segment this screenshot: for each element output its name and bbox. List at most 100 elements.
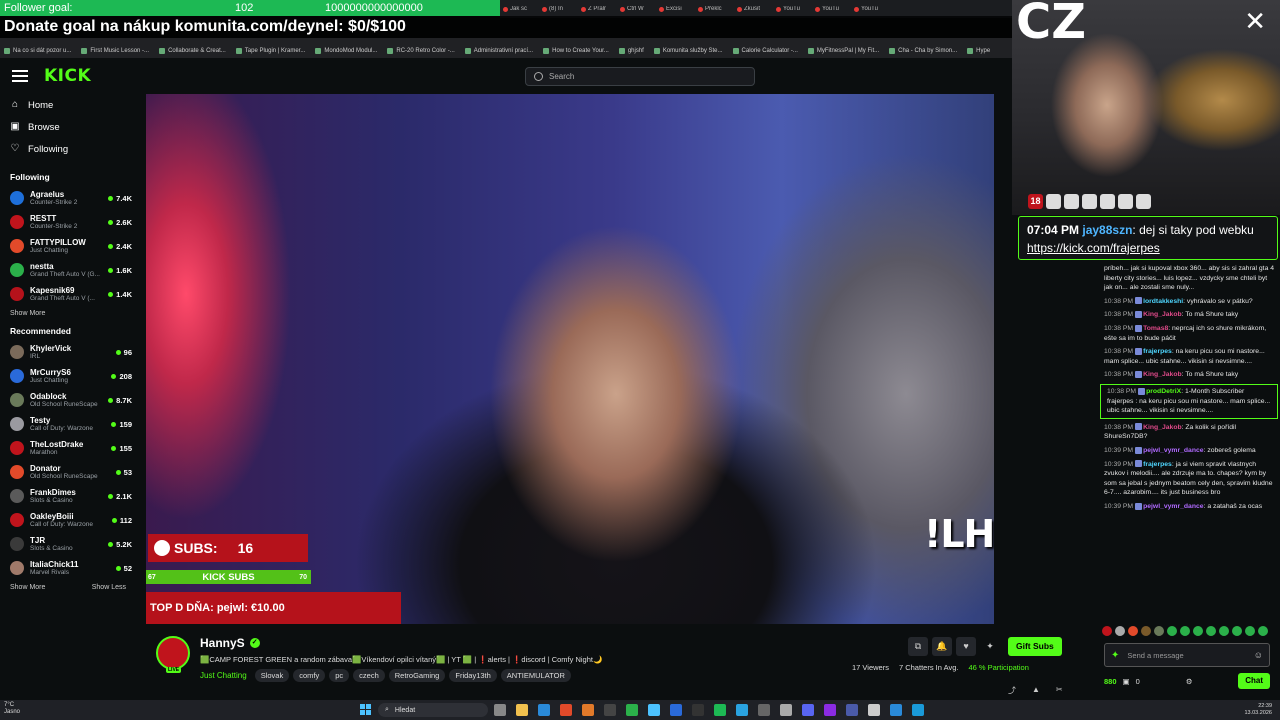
emote-icon[interactable] bbox=[1128, 626, 1138, 636]
browser-tab[interactable]: Zkusit bbox=[734, 6, 773, 12]
app-icon[interactable] bbox=[582, 704, 594, 716]
nav-home[interactable]: ⌂ Home bbox=[0, 94, 140, 116]
emote-icon[interactable] bbox=[1258, 626, 1268, 636]
app-icon[interactable] bbox=[692, 704, 704, 716]
stream-tag[interactable]: Slovak bbox=[254, 669, 290, 682]
nav-following[interactable]: ♡ Following bbox=[0, 138, 140, 160]
sidebar-channel-recommended[interactable]: Testy Call of Duty: Warzone 159 bbox=[0, 412, 140, 436]
sidebar-channel-recommended[interactable]: Donator Old School RuneScape 53 bbox=[0, 460, 140, 484]
weather-widget[interactable]: 7°C Jasno bbox=[4, 702, 20, 716]
chat-username[interactable]: King_Jakob bbox=[1143, 311, 1182, 318]
highlight-user[interactable]: jay88szn bbox=[1082, 223, 1132, 237]
stream-tag[interactable]: czech bbox=[353, 669, 385, 682]
chat-input[interactable]: ✦ Send a message ☺ bbox=[1104, 643, 1270, 667]
spotify-icon[interactable] bbox=[714, 704, 726, 716]
chat-username[interactable]: frajerpes bbox=[1143, 348, 1172, 355]
channel-points[interactable]: 880 bbox=[1104, 677, 1117, 686]
app-icon[interactable] bbox=[780, 704, 792, 716]
emote-icon[interactable] bbox=[1232, 626, 1242, 636]
emote-icon[interactable] bbox=[1180, 626, 1190, 636]
bookmark-item[interactable]: Tape Plugin | Kramer... bbox=[235, 48, 305, 54]
chat-username[interactable]: pejwl_vymr_dance bbox=[1143, 447, 1203, 454]
emote-icon[interactable] bbox=[1154, 626, 1164, 636]
bookmark-item[interactable]: First Music Lesson -... bbox=[81, 48, 149, 54]
chat-username[interactable]: prodDetriX bbox=[1146, 388, 1181, 395]
app-icon[interactable] bbox=[912, 704, 924, 716]
bookmark-item[interactable]: ghjshf bbox=[618, 48, 644, 54]
emote-icon[interactable] bbox=[1193, 626, 1203, 636]
highlight-link[interactable]: https://kick.com/frajerpes bbox=[1027, 241, 1160, 255]
sidebar-channel-following[interactable]: Kapesnik69 Grand Theft Auto V (... 1.4K bbox=[0, 282, 140, 306]
show-more-following-button[interactable]: Show More bbox=[10, 310, 45, 317]
sidebar-channel-following[interactable]: Agraelus Counter-Strike 2 7.4K bbox=[0, 186, 140, 210]
chrome-icon[interactable] bbox=[560, 704, 572, 716]
browser-tab[interactable]: YouTu bbox=[812, 6, 851, 12]
gift-subs-button[interactable]: Gift Subs bbox=[1008, 637, 1062, 656]
chat-username[interactable]: frajerpes bbox=[1143, 461, 1172, 468]
sidebar-channel-recommended[interactable]: OakleyBoiii Call of Duty: Warzone 112 bbox=[0, 508, 140, 532]
bookmark-item[interactable]: Calorie Calculator -... bbox=[732, 48, 798, 54]
sidebar-channel-recommended[interactable]: TheLostDrake Marathon 155 bbox=[0, 436, 140, 460]
report-icon[interactable]: ▲ bbox=[1032, 685, 1040, 696]
taskbar-clock[interactable]: 22:39 13.03.2026 bbox=[1244, 703, 1272, 717]
share-icon[interactable]: ⤴ bbox=[1008, 685, 1016, 696]
bookmark-item[interactable]: How to Create Your... bbox=[543, 48, 609, 54]
sidebar-channel-recommended[interactable]: TJR Slots & Casino 5.2K bbox=[0, 532, 140, 556]
show-less-button[interactable]: Show Less bbox=[92, 584, 126, 591]
start-button-icon[interactable] bbox=[360, 704, 371, 715]
sidebar-channel-recommended[interactable]: KhylerVick IRL 96 bbox=[0, 340, 140, 364]
channel-name[interactable]: HannyS bbox=[200, 636, 245, 650]
app-icon[interactable] bbox=[626, 704, 638, 716]
emote-picker-icon[interactable]: ☺ bbox=[1254, 650, 1263, 660]
task-view-icon[interactable] bbox=[494, 704, 506, 716]
browser-tab[interactable]: Ctrl W bbox=[617, 6, 656, 12]
telegram-icon[interactable] bbox=[736, 704, 748, 716]
chat-username[interactable]: King_Jakob bbox=[1143, 371, 1182, 378]
app-icon[interactable] bbox=[868, 704, 880, 716]
file-explorer-icon[interactable] bbox=[516, 704, 528, 716]
emote-icon[interactable] bbox=[1115, 626, 1125, 636]
menu-icon[interactable] bbox=[12, 70, 28, 82]
sidebar-channel-following[interactable]: nestta Grand Theft Auto V (G... 1.6K bbox=[0, 258, 140, 282]
emote-icon[interactable] bbox=[1102, 626, 1112, 636]
browser-tab[interactable]: (8) In bbox=[539, 6, 578, 12]
sidebar-channel-following[interactable]: FATTYPILLOW Just Chatting 2.4K bbox=[0, 234, 140, 258]
follow-heart-icon[interactable]: ♥ bbox=[956, 637, 976, 656]
kick-logo[interactable]: KICK bbox=[44, 66, 91, 86]
show-more-recommended-button[interactable]: Show More bbox=[10, 584, 45, 591]
browser-tab[interactable]: Excisi bbox=[656, 6, 695, 12]
bookmark-item[interactable]: RC-20 Retro Color -... bbox=[387, 48, 455, 54]
emote-icon[interactable] bbox=[1206, 626, 1216, 636]
browser-tab[interactable]: Překlc bbox=[695, 6, 734, 12]
sidebar-channel-recommended[interactable]: Odablock Old School RuneScape 8.7K bbox=[0, 388, 140, 412]
sidebar-channel-recommended[interactable]: MrCurryS6 Just Chatting 208 bbox=[0, 364, 140, 388]
nav-browse[interactable]: ▣ Browse bbox=[0, 116, 140, 138]
sidebar-channel-following[interactable]: RESTT Counter-Strike 2 2.6K bbox=[0, 210, 140, 234]
bookmark-item[interactable]: Administrativní prací... bbox=[464, 48, 533, 54]
edge-icon[interactable] bbox=[538, 704, 550, 716]
theater-mode-icon[interactable]: ⧉ bbox=[908, 637, 928, 656]
chat-username[interactable]: King_Jakob bbox=[1143, 424, 1182, 431]
search-input[interactable]: Search bbox=[525, 67, 755, 86]
browser-tab[interactable]: Z Pralr bbox=[578, 6, 617, 12]
bookmark-item[interactable]: MyFitnessPal | My Fit... bbox=[807, 48, 879, 54]
gift-icon[interactable]: ▣ bbox=[1123, 677, 1130, 686]
chat-username[interactable]: Tomas8 bbox=[1143, 325, 1168, 332]
channel-avatar[interactable]: LIVE bbox=[156, 636, 190, 673]
bookmark-item[interactable]: Komunita služby Ste... bbox=[653, 48, 723, 54]
stream-category[interactable]: Just Chatting bbox=[200, 671, 247, 680]
app-icon[interactable] bbox=[758, 704, 770, 716]
video-player[interactable]: SUBS: 16 67 KICK SUBS 70 TOP D DŇA: pejw… bbox=[146, 94, 994, 624]
sidebar-channel-recommended[interactable]: FrankDimes Slots & Casino 2.1K bbox=[0, 484, 140, 508]
discord-icon[interactable] bbox=[802, 704, 814, 716]
bookmark-item[interactable]: Na co si dát pozor u... bbox=[4, 48, 71, 54]
notification-bell-icon[interactable]: 🔔 bbox=[932, 637, 952, 656]
chat-username[interactable]: lordtakkeshi bbox=[1143, 298, 1183, 305]
chat-username[interactable]: pejwl_vymr_dance bbox=[1143, 503, 1203, 510]
app-icon[interactable] bbox=[604, 704, 616, 716]
app-icon[interactable] bbox=[846, 704, 858, 716]
more-options-icon[interactable]: ✦ bbox=[980, 637, 1000, 656]
bookmark-item[interactable]: Cha - Cha by Simon... bbox=[889, 48, 957, 54]
browser-tab[interactable]: Jak sc bbox=[500, 6, 539, 12]
browser-tab[interactable]: YouTu bbox=[851, 6, 890, 12]
